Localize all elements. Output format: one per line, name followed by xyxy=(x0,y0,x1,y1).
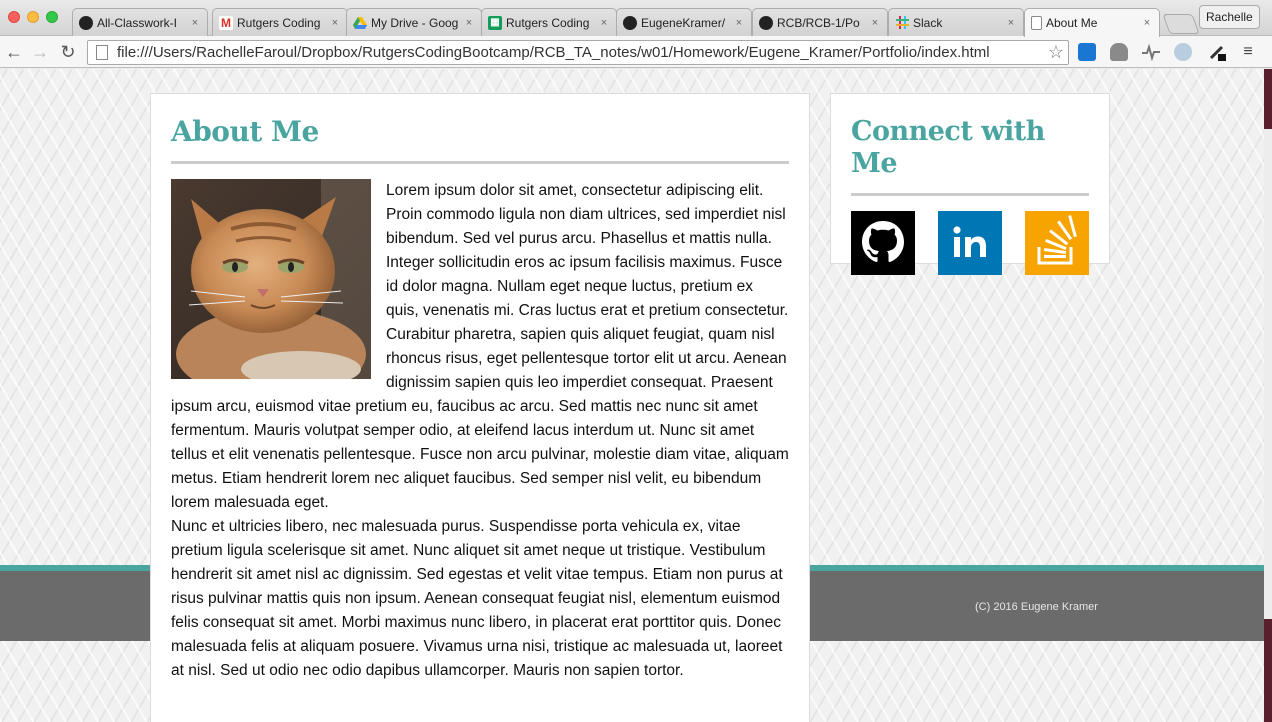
page-icon xyxy=(96,45,108,60)
tab-rutgers-mail[interactable]: M Rutgers Coding × xyxy=(212,8,348,36)
github-link[interactable] xyxy=(851,211,915,275)
ghostery-icon[interactable] xyxy=(1110,43,1128,61)
close-tab-icon[interactable]: × xyxy=(1141,17,1153,29)
tab-title: RCB/RCB-1/Po xyxy=(777,15,860,30)
close-tab-icon[interactable]: × xyxy=(733,17,745,29)
tab-rcb-github[interactable]: RCB/RCB-1/Po × xyxy=(752,8,888,36)
tab-title: All-Classwork-I xyxy=(97,15,178,30)
tab-rutgers-sheet[interactable]: ▦ Rutgers Coding × xyxy=(481,8,617,36)
new-tab-button[interactable] xyxy=(1162,14,1200,34)
about-section: About Me Lorem ipsum dolor sit amet, con… xyxy=(150,93,810,722)
forward-arrow-icon[interactable]: → xyxy=(30,42,50,62)
tab-title: My Drive - Goog xyxy=(371,15,459,30)
social-links xyxy=(851,211,1089,275)
github-icon xyxy=(623,15,637,30)
slack-icon xyxy=(895,16,909,30)
scrollbar-track[interactable] xyxy=(1264,129,1272,619)
page-viewport: (C) 2016 Eugene Kramer About Me Lorem ip… xyxy=(0,69,1264,722)
close-tab-icon[interactable]: × xyxy=(463,17,475,29)
connect-heading: Connect with Me xyxy=(851,114,1089,196)
tab-title: Rutgers Coding xyxy=(506,15,590,30)
github-icon xyxy=(79,15,93,30)
back-arrow-icon[interactable]: ← xyxy=(4,42,24,62)
url-text[interactable]: file:///Users/RachelleFaroul/Dropbox/Rut… xyxy=(117,44,1044,61)
tab-slack[interactable]: Slack × xyxy=(888,8,1024,36)
linkedin-icon xyxy=(938,211,1002,275)
page-scrollbar[interactable] xyxy=(1264,69,1272,722)
tab-about-me[interactable]: About Me × xyxy=(1024,8,1160,37)
extension-icon[interactable] xyxy=(1078,43,1096,61)
cat-photo xyxy=(171,179,371,379)
tab-title: About Me xyxy=(1046,16,1098,30)
close-tab-icon[interactable]: × xyxy=(869,17,881,29)
stackoverflow-link[interactable] xyxy=(1025,211,1089,275)
tab-title: Rutgers Coding xyxy=(237,15,321,30)
menu-icon[interactable]: ≡ xyxy=(1238,42,1258,62)
tab-strip: All-Classwork-I × M Rutgers Coding × My … xyxy=(0,0,1272,37)
about-paragraph-2: Nunc et ultricies libero, nec malesuada … xyxy=(171,518,783,679)
browser-toolbar: ← → ↻ file:///Users/RachelleFaroul/Dropb… xyxy=(0,36,1272,68)
eyedropper-icon[interactable] xyxy=(1208,43,1226,61)
drive-icon xyxy=(353,16,367,30)
extension-globe-icon[interactable] xyxy=(1174,43,1192,61)
reload-icon[interactable]: ↻ xyxy=(58,42,78,62)
tab-eugenekramer-github[interactable]: EugeneKramer/ × xyxy=(616,8,752,36)
github-icon xyxy=(851,211,915,275)
close-window-button[interactable] xyxy=(8,11,20,23)
close-tab-icon[interactable]: × xyxy=(189,17,201,29)
tab-title: EugeneKramer/ xyxy=(641,15,726,30)
minimize-window-button[interactable] xyxy=(27,11,39,23)
stackoverflow-icon xyxy=(1025,211,1089,275)
about-heading: About Me xyxy=(171,114,789,164)
pulse-icon[interactable] xyxy=(1142,43,1160,62)
close-tab-icon[interactable]: × xyxy=(329,17,341,29)
github-icon xyxy=(759,15,773,30)
bookmark-star-icon[interactable]: ☆ xyxy=(1044,42,1068,63)
close-tab-icon[interactable]: × xyxy=(598,17,610,29)
tab-all-classwork[interactable]: All-Classwork-I × xyxy=(72,8,208,36)
tab-title: Slack xyxy=(913,15,943,30)
profile-button[interactable]: Rachelle xyxy=(1199,5,1260,29)
connect-section: Connect with Me xyxy=(830,93,1110,275)
linkedin-link[interactable] xyxy=(938,211,1002,275)
gmail-icon: M xyxy=(219,15,233,30)
copyright-text: (C) 2016 Eugene Kramer xyxy=(975,601,1098,613)
about-content: Lorem ipsum dolor sit amet, consectetur … xyxy=(171,179,789,683)
tab-my-drive[interactable]: My Drive - Goog × xyxy=(346,8,482,36)
close-tab-icon[interactable]: × xyxy=(1005,17,1017,29)
address-bar[interactable]: file:///Users/RachelleFaroul/Dropbox/Rut… xyxy=(87,40,1069,65)
page-icon xyxy=(1031,16,1042,30)
zoom-window-button[interactable] xyxy=(46,11,58,23)
sheets-icon: ▦ xyxy=(488,15,502,30)
